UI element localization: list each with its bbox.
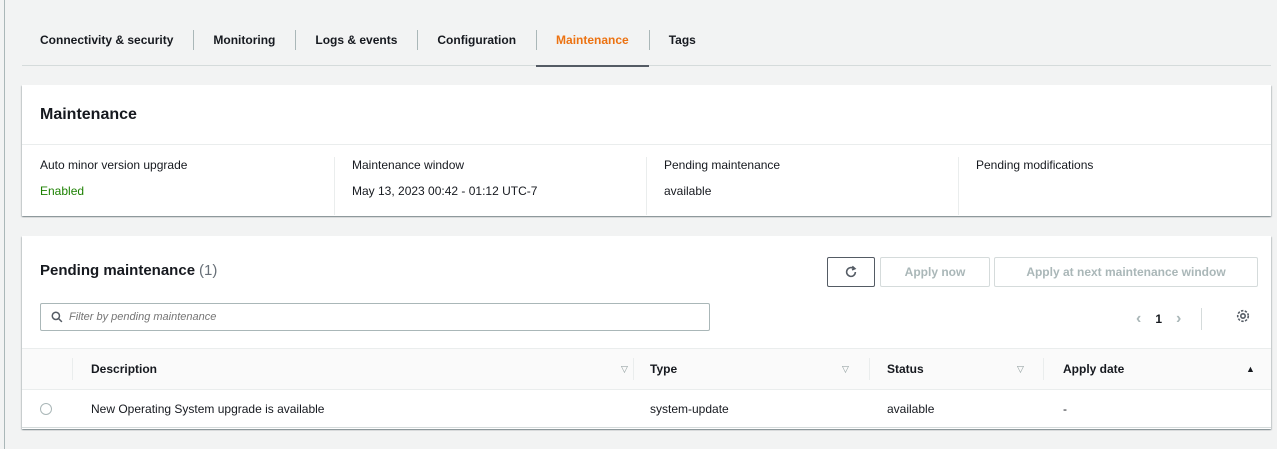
maintenance-title: Maintenance [40, 105, 137, 123]
cell-apply-date: - [1063, 402, 1067, 416]
field-value: May 13, 2023 00:42 - 01:12 UTC-7 [352, 184, 538, 198]
maintenance-window: Maintenance window May 13, 2023 00:42 - … [334, 157, 646, 215]
field-value-enabled: Enabled [40, 184, 85, 198]
filter-input[interactable] [69, 311, 669, 323]
pending-title: Pending maintenance [40, 262, 196, 279]
cell-type: system-update [650, 402, 729, 416]
settings-gear-icon[interactable] [1235, 308, 1251, 324]
field-label: Pending modifications [976, 158, 1094, 172]
tab-bar: Connectivity & security Monitoring Logs … [22, 14, 1271, 67]
cell-status: available [887, 402, 935, 416]
field-label: Pending maintenance [664, 158, 781, 172]
auto-minor-version-upgrade: Auto minor version upgrade Enabled [22, 157, 334, 199]
pending-maintenance-field: Pending maintenance available [646, 157, 958, 215]
chevron-left-icon[interactable]: ‹ [1136, 310, 1141, 328]
column-status[interactable]: Status ▽ [887, 349, 1057, 389]
sort-icon: ▽ [621, 363, 628, 374]
column-divider [869, 358, 870, 380]
filter-box [40, 303, 710, 331]
maintenance-panel: Maintenance Auto minor version upgrade E… [22, 85, 1271, 216]
maintenance-details: Auto minor version upgrade Enabled Maint… [22, 145, 1271, 215]
pending-count: (1) [199, 262, 218, 279]
refresh-button[interactable] [827, 257, 875, 287]
tab-logs-events[interactable]: Logs & events [295, 14, 417, 66]
row-select-radio[interactable] [40, 403, 52, 415]
column-description[interactable]: Description ▽ [91, 349, 631, 389]
maintenance-header: Maintenance [22, 85, 1271, 145]
cell-description: New Operating System upgrade is availabl… [91, 402, 325, 416]
column-label: Type [650, 362, 678, 376]
pager-divider [1201, 308, 1203, 330]
tab-tags[interactable]: Tags [648, 14, 716, 66]
tab-connectivity-security[interactable]: Connectivity & security [22, 14, 193, 66]
sort-icon: ▽ [1017, 363, 1024, 374]
table-row: New Operating System upgrade is availabl… [22, 390, 1271, 428]
column-apply-date[interactable]: Apply date ▲ [1063, 349, 1258, 389]
sort-ascending-icon: ▲ [1246, 364, 1255, 374]
column-label: Description [91, 362, 158, 376]
tab-maintenance[interactable]: Maintenance [536, 14, 649, 67]
apply-now-button[interactable]: Apply now [880, 257, 990, 287]
page-number[interactable]: 1 [1155, 312, 1162, 326]
apply-at-next-window-button[interactable]: Apply at next maintenance window [994, 257, 1258, 287]
search-icon [51, 311, 63, 323]
field-label: Auto minor version upgrade [40, 158, 188, 172]
pagination: ‹ 1 › [1136, 308, 1203, 330]
column-type[interactable]: Type ▽ [650, 349, 880, 389]
field-value: available [664, 184, 712, 198]
column-divider [72, 358, 73, 380]
column-label: Status [887, 362, 924, 376]
pending-maintenance-heading: Pending maintenance (1) [40, 262, 217, 279]
left-border [4, 0, 5, 449]
table-header: Description ▽ Type ▽ Status ▽ Apply date… [22, 348, 1271, 390]
chevron-right-icon[interactable]: › [1176, 310, 1181, 328]
sort-icon: ▽ [842, 363, 849, 374]
column-label: Apply date [1063, 362, 1125, 376]
tab-monitoring[interactable]: Monitoring [193, 14, 295, 66]
field-label: Maintenance window [352, 158, 465, 172]
column-divider [1043, 358, 1044, 380]
pending-maintenance-panel: Pending maintenance (1) Apply now Apply a… [22, 236, 1271, 429]
pending-modifications-field: Pending modifications [958, 157, 1270, 215]
tab-configuration[interactable]: Configuration [417, 14, 536, 66]
column-divider [633, 358, 634, 380]
refresh-icon [845, 265, 857, 278]
